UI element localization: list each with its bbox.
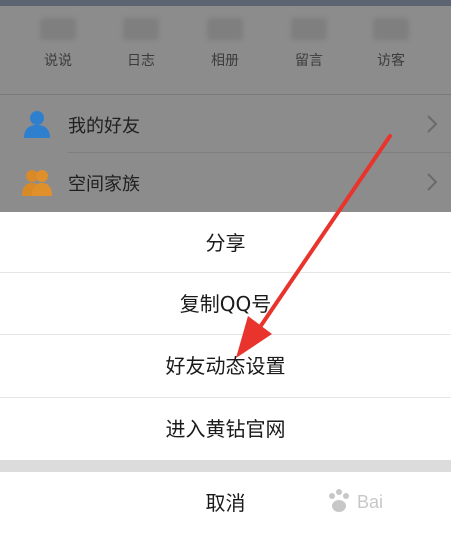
tab-count-blurred [291,18,327,40]
tab-label: 访客 [377,53,405,69]
tab-label: 说说 [44,53,72,69]
share-option[interactable]: 分享 [0,212,451,274]
tab-album[interactable]: 相册 [185,6,265,94]
tab-shuoshuo[interactable]: 说说 [18,6,98,94]
chevron-right-icon [427,173,438,191]
menu-item-my-friends[interactable]: 我的好友 [0,95,451,153]
tab-label: 日志 [127,53,155,69]
tab-messages[interactable]: 留言 [269,6,349,94]
baidu-paw-icon: Bai [329,489,383,512]
copy-qq-option[interactable]: 复制QQ号 [0,273,451,335]
friend-feed-settings-option[interactable]: 好友动态设置 [0,335,451,397]
tab-blog[interactable]: 日志 [101,6,181,94]
tab-label: 相册 [211,53,239,69]
sheet-gap [0,460,451,472]
menu-item-space-family[interactable]: 空间家族 [0,153,451,211]
menu-item-label: 我的好友 [68,116,140,137]
tab-count-blurred [373,18,409,40]
yellow-diamond-site-option[interactable]: 进入黄钻官网 [0,398,451,460]
tab-label: 留言 [295,53,323,69]
menu-item-label: 空间家族 [68,174,140,195]
watermark-text: Bai [357,492,383,512]
tab-count-blurred [123,18,159,40]
person-icon [24,111,50,138]
chevron-right-icon [427,115,438,133]
tab-visitors[interactable]: 访客 [351,6,431,94]
tab-count-blurred [207,18,243,40]
tab-count-blurred [40,18,76,40]
group-icon [22,170,52,196]
background-profile-page: 说说 日志 相册 留言 访客 我的好友 空间家族 [0,0,451,212]
profile-tab-row: 说说 日志 相册 留言 访客 [0,6,451,94]
